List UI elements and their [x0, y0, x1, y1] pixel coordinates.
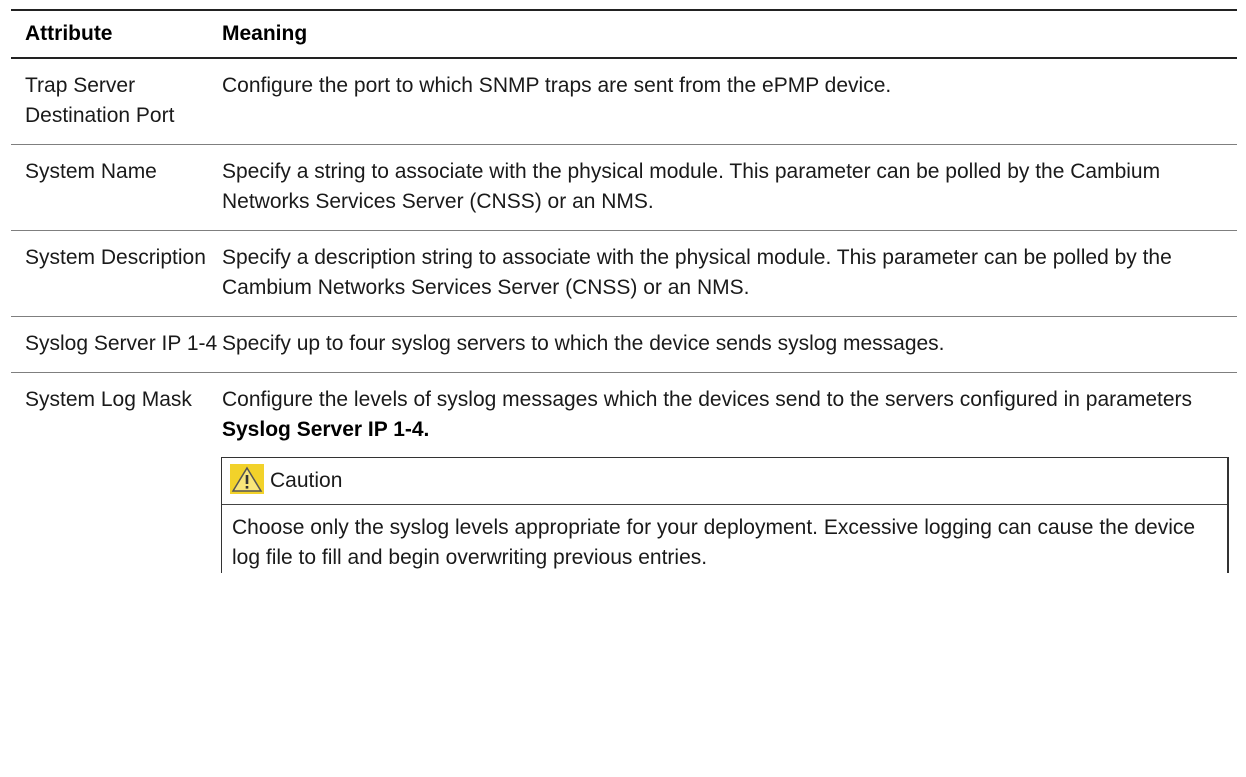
caution-text: Choose only the syslog levels appropriat…	[232, 516, 1196, 569]
meaning-text: Configure the levels of syslog messages …	[222, 385, 1229, 445]
meaning-cell: Specify up to four syslog servers to whi…	[222, 332, 945, 355]
caution-title: Caution	[270, 469, 343, 492]
meaning-cell: Configure the levels of syslog messages …	[221, 385, 1237, 573]
attribute-cell: System Description	[25, 246, 206, 269]
meaning-cell: Specify a string to associate with the p…	[222, 160, 1161, 213]
attribute-line: Destination Port	[25, 104, 175, 127]
attribute-cell: Trap Server Destination Port	[11, 71, 222, 131]
attribute-cell: System Name	[25, 160, 157, 183]
table-row: Syslog Server IP 1-4 Specify up to four …	[11, 317, 1237, 373]
attribute-line: Trap Server	[25, 74, 136, 97]
caution-box: Caution Choose only the syslog levels ap…	[221, 457, 1229, 573]
meaning-cell: Configure the port to which SNMP traps a…	[222, 74, 892, 97]
meaning-cell: Specify a description string to associat…	[222, 246, 1172, 299]
table-row: System Log Mask Configure the levels of …	[11, 373, 1237, 586]
table-row: System Name Specify a string to associat…	[11, 145, 1237, 231]
header-meaning: Meaning	[222, 22, 308, 45]
table-header-row: Attribute Meaning	[11, 9, 1237, 59]
meaning-prefix: Configure the levels of syslog messages …	[222, 388, 1192, 411]
attribute-table: Attribute Meaning Trap Server Destinatio…	[11, 9, 1237, 586]
meaning-parameter-ref: Syslog Server IP 1-4.	[222, 418, 430, 441]
table-row: Trap Server Destination Port Configure t…	[11, 59, 1237, 145]
table-row: System Description Specify a description…	[11, 231, 1237, 317]
header-attribute: Attribute	[25, 22, 113, 45]
attribute-cell: System Log Mask	[25, 388, 192, 411]
warning-triangle-icon	[230, 464, 264, 494]
caution-header: Caution	[222, 464, 1227, 505]
attribute-cell: Syslog Server IP 1-4	[25, 332, 218, 355]
